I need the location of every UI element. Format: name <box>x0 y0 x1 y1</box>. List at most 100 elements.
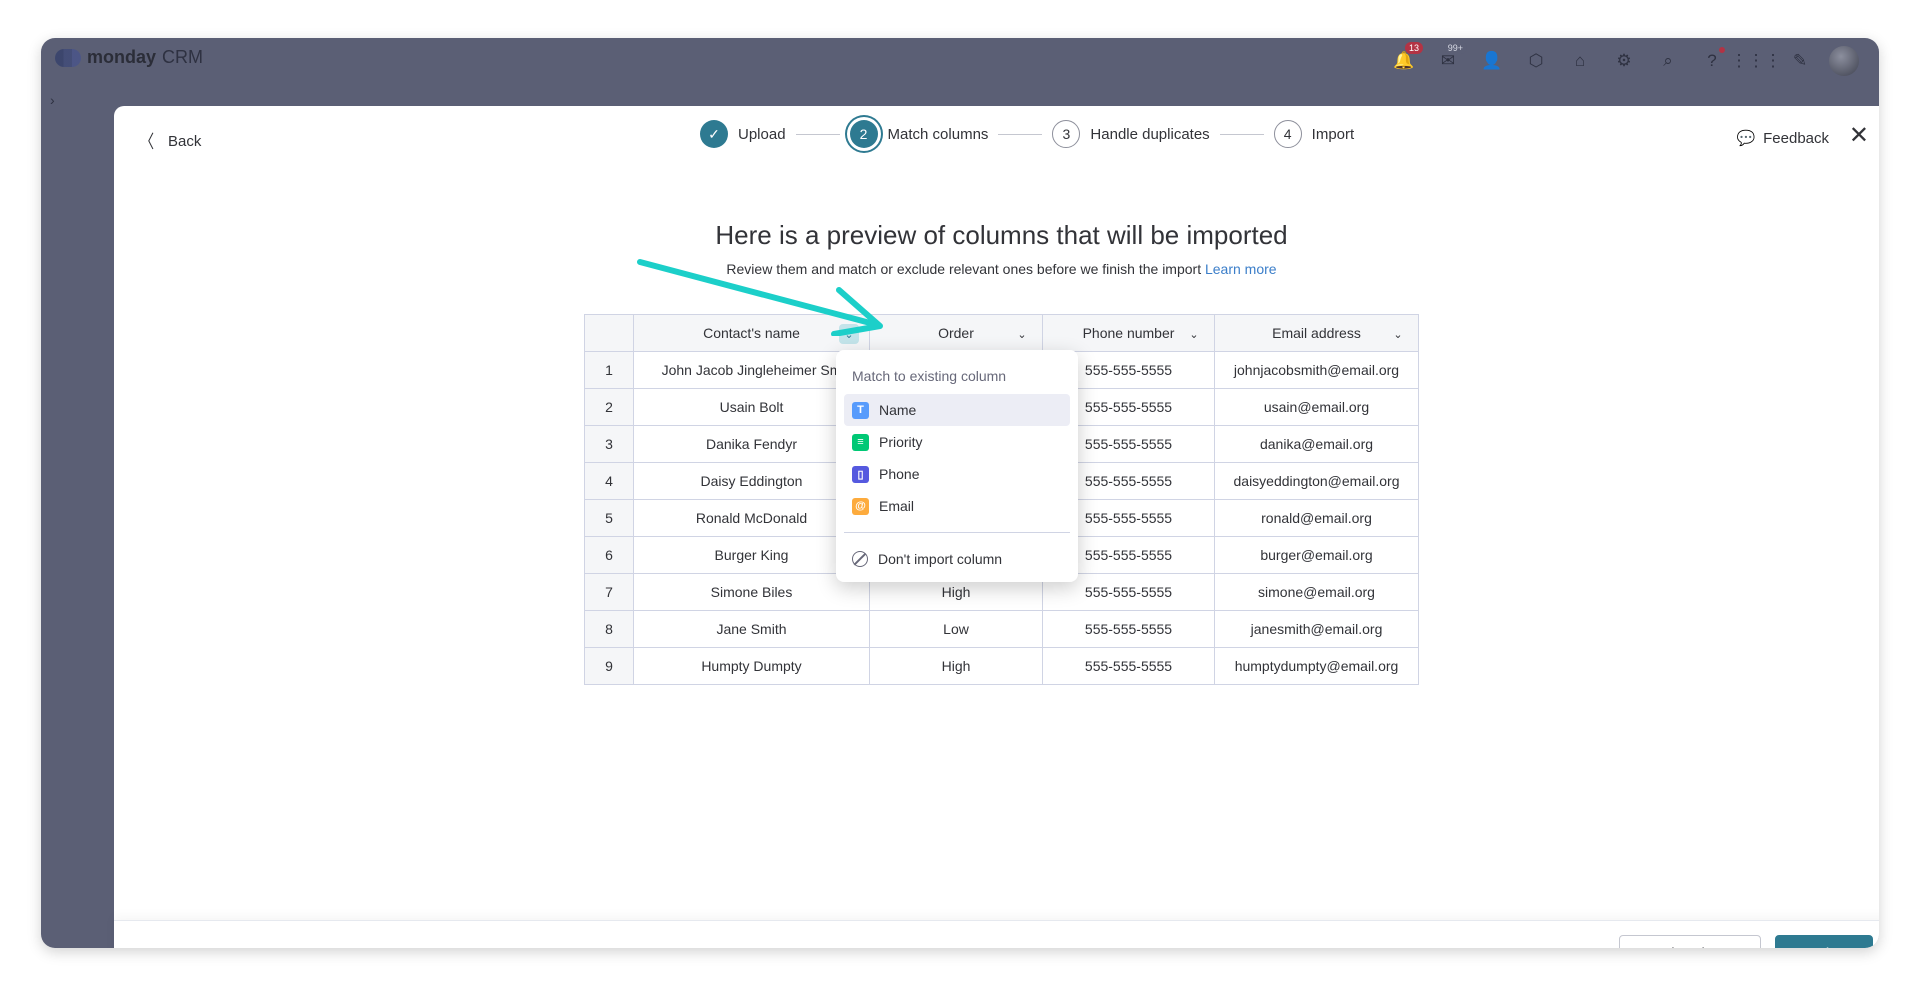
step-connector <box>1219 133 1264 135</box>
feedback-icon: 💬 <box>1736 130 1756 147</box>
monday-logo-icon <box>55 48 81 67</box>
cell-email: janesmith@email.org <box>1214 610 1419 648</box>
row-number-header <box>584 314 634 352</box>
inbox-icon[interactable]: ✉ 99+ <box>1433 42 1467 74</box>
ban-icon <box>852 551 868 567</box>
monday-switcher-icon[interactable]: ✎ <box>1785 48 1815 74</box>
step-handle-duplicates: 3 Handle duplicates <box>1052 120 1210 148</box>
row-number: 4 <box>584 462 634 500</box>
column-match-dropdown: Match to existing column T Name ≡ Priori… <box>836 350 1078 582</box>
row-number: 5 <box>584 499 634 537</box>
modal-footer: Match columns Continue <box>114 920 1879 948</box>
option-name[interactable]: T Name <box>844 394 1070 426</box>
cell-email: usain@email.org <box>1214 388 1419 426</box>
row-number: 6 <box>584 536 634 574</box>
check-icon: ✓ <box>700 120 728 148</box>
back-label: Back <box>168 132 202 150</box>
cell-email: danika@email.org <box>1214 425 1419 463</box>
chevron-down-icon[interactable]: ⌄ <box>1184 324 1204 344</box>
step-label: Upload <box>738 125 786 143</box>
continue-button[interactable]: Continue <box>1774 935 1873 948</box>
row-number: 1 <box>584 351 634 389</box>
chevron-down-icon[interactable]: ⌄ <box>1388 324 1408 344</box>
dropdown-title: Match to existing column <box>852 368 1007 384</box>
step-connector <box>998 133 1043 135</box>
step-number: 3 <box>1052 120 1081 148</box>
cell-contact-name: Danika Fendyr <box>633 425 870 463</box>
chevron-down-icon[interactable]: ⌄ <box>1012 324 1032 344</box>
invite-members-icon[interactable]: 👤 <box>1477 48 1507 74</box>
column-header-label: Email address <box>1272 325 1361 341</box>
sidebar-expand-icon[interactable]: › <box>50 92 55 108</box>
cell-contact-name: Usain Bolt <box>633 388 870 426</box>
step-label: Match columns <box>887 125 989 143</box>
step-connector <box>795 133 840 135</box>
learn-more-link[interactable]: Learn more <box>1205 261 1277 277</box>
column-header-order[interactable]: Order ⌄ <box>869 314 1043 352</box>
cell-email: burger@email.org <box>1214 536 1419 574</box>
match-columns-button[interactable]: Match columns <box>1619 935 1761 948</box>
step-import: 4 Import <box>1273 120 1355 148</box>
cell-email: humptydumpty@email.org <box>1214 647 1419 685</box>
user-avatar[interactable] <box>1829 46 1859 76</box>
column-header-email[interactable]: Email address ⌄ <box>1214 314 1419 352</box>
step-upload: ✓ Upload <box>700 120 786 148</box>
table-row: 8 Jane Smith Low 555-555-5555 janesmith@emai… <box>584 610 1419 648</box>
import-stepper: ✓ Upload 2 Match columns 3 Handle duplic… <box>700 120 1354 148</box>
annotation-arrow-icon <box>637 259 883 336</box>
settings-gear-icon[interactable]: ⚙ <box>1609 48 1639 74</box>
option-label: Phone <box>879 466 920 482</box>
cell-contact-name: John Jacob Jingleheimer Sm <box>633 351 870 389</box>
app-window: monday CRM 🔔 13 ✉ 99+ 👤 ⬡ ⌂ ⚙ ⌕ ? ⋮⋮⋮ ✎ › … <box>41 38 1879 948</box>
cell-contact-name: Jane Smith <box>633 610 870 648</box>
back-button[interactable]: 〈 Back <box>138 128 202 154</box>
column-header-label: Order <box>938 325 974 341</box>
cell-contact-name: Simone Biles <box>633 573 870 611</box>
cell-contact-name: Burger King <box>633 536 870 574</box>
feedback-label: Feedback <box>1763 129 1829 147</box>
option-label: Priority <box>879 434 923 450</box>
phone-icon: ▯ <box>852 465 869 483</box>
cell-order: High <box>869 647 1043 685</box>
option-label: Email <box>879 498 915 514</box>
cell-email: johnjacobsmith@email.org <box>1214 351 1419 389</box>
cell-contact-name: Ronald McDonald <box>633 499 870 537</box>
option-dont-import[interactable]: Don't import column <box>844 543 1070 575</box>
feedback-button[interactable]: 💬 Feedback <box>1736 129 1829 148</box>
brand-name: monday <box>87 47 157 67</box>
column-header-phone[interactable]: Phone number ⌄ <box>1042 314 1215 352</box>
row-number: 2 <box>584 388 634 426</box>
marketplace-icon[interactable]: ⌂ <box>1565 48 1595 74</box>
help-icon[interactable]: ? <box>1697 47 1727 74</box>
cell-phone: 555-555-5555 <box>1042 647 1215 685</box>
bell-icon[interactable]: 🔔 13 <box>1389 42 1423 74</box>
step-label: Import <box>1311 125 1355 143</box>
page-title: Here is a preview of columns that will b… <box>715 220 1288 250</box>
cell-contact-name: Daisy Eddington <box>633 462 870 500</box>
dropdown-divider <box>844 532 1070 533</box>
search-icon[interactable]: ⌕ <box>1653 48 1683 74</box>
app-logo[interactable]: monday CRM <box>55 47 203 68</box>
step-number: 4 <box>1273 120 1302 148</box>
option-email[interactable]: @ Email <box>844 490 1070 522</box>
apps-grid-icon[interactable]: ⋮⋮⋮ <box>1731 48 1782 74</box>
step-label: Handle duplicates <box>1090 125 1210 143</box>
table-row: 9 Humpty Dumpty High 555-555-5555 humptydump… <box>584 647 1419 685</box>
row-number: 9 <box>584 647 634 685</box>
page-subtitle: Review them and match or exclude relevan… <box>114 261 1879 277</box>
product-name: CRM <box>162 47 204 67</box>
status-icon: ≡ <box>852 433 869 451</box>
inbox-badge: 99+ <box>1443 42 1467 54</box>
option-phone[interactable]: ▯ Phone <box>844 458 1070 490</box>
email-icon: @ <box>852 497 869 515</box>
cell-phone: 555-555-5555 <box>1042 610 1215 648</box>
cell-email: simone@email.org <box>1214 573 1419 611</box>
notifications-badge: 13 <box>1404 42 1423 54</box>
text-icon: T <box>852 401 869 419</box>
close-icon[interactable]: ✕ <box>1849 124 1869 148</box>
row-number: 3 <box>584 425 634 463</box>
option-priority[interactable]: ≡ Priority <box>844 426 1070 458</box>
column-header-label: Phone number <box>1082 325 1175 341</box>
integrations-icon[interactable]: ⬡ <box>1521 48 1551 74</box>
top-bar: monday CRM 🔔 13 ✉ 99+ 👤 ⬡ ⌂ ⚙ ⌕ ? ⋮⋮⋮ ✎ <box>41 38 1879 80</box>
